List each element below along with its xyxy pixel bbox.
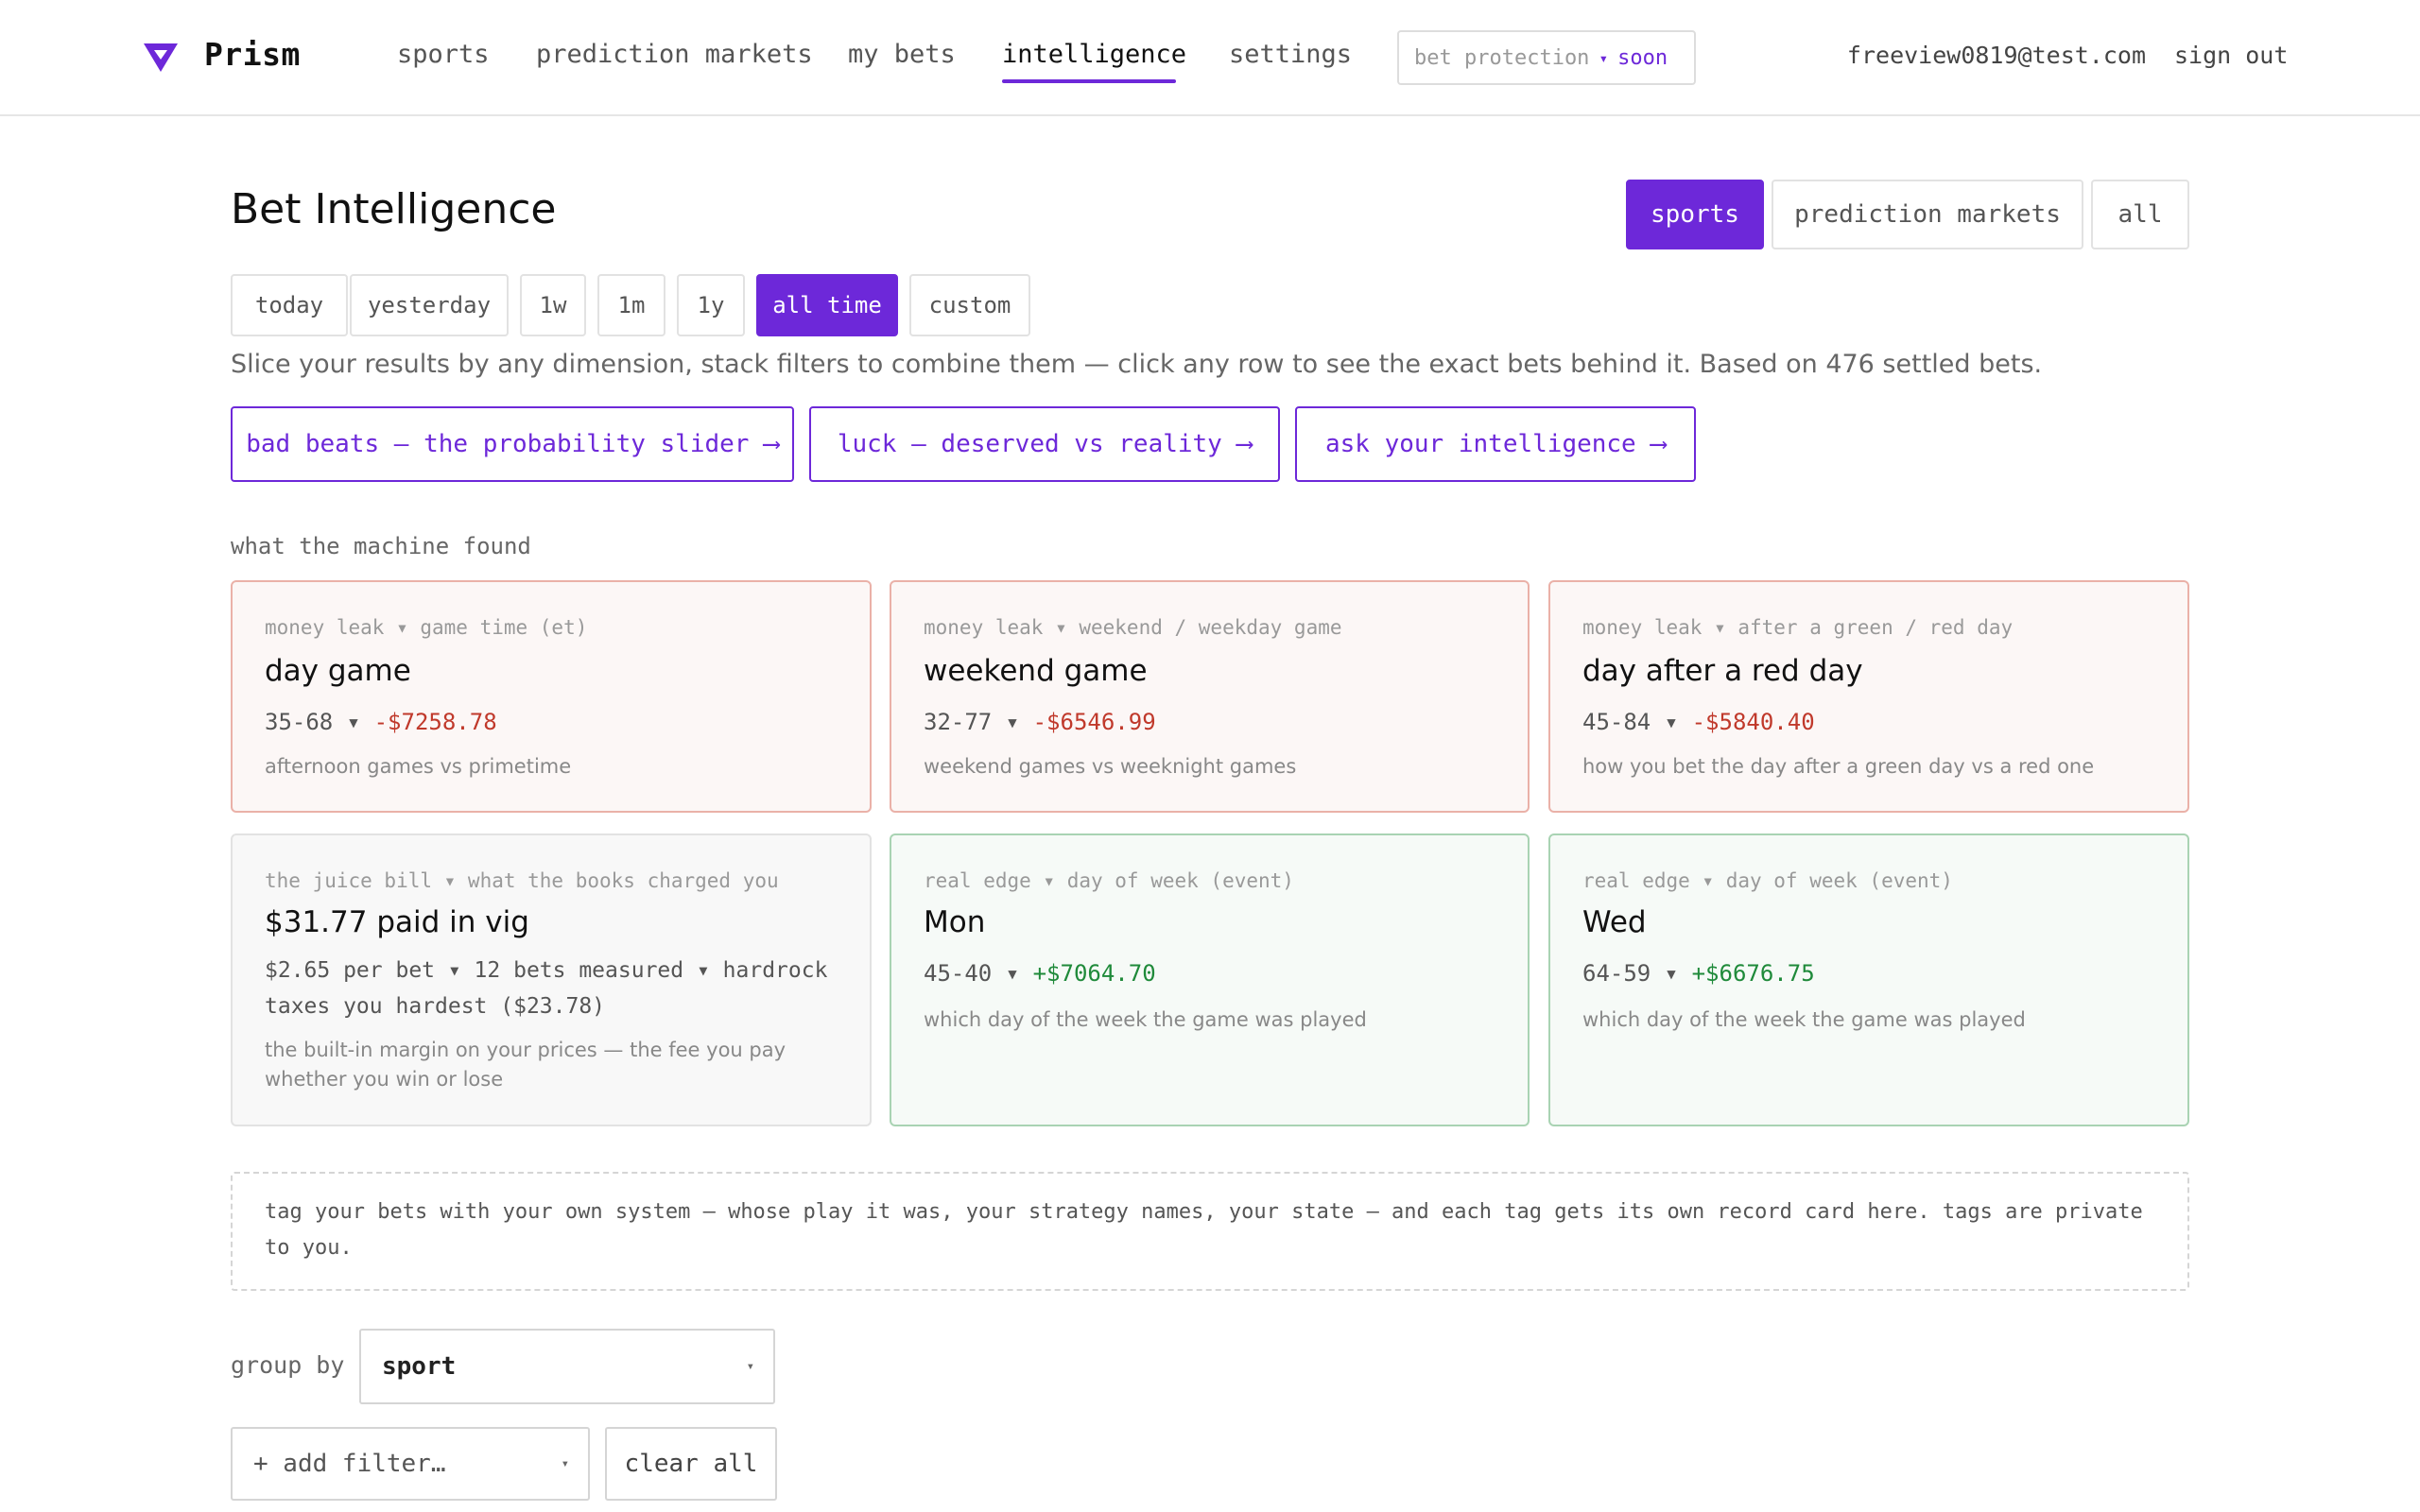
bad-beats-link[interactable]: bad beats — the probability slider ⟶ [231, 406, 794, 482]
card-amount: +$7064.70 [1032, 960, 1156, 987]
page-description: Slice your results by any dimension, sta… [231, 350, 2043, 379]
prism-logo-icon[interactable] [142, 42, 180, 74]
card-note: which day of the week the game was playe… [1582, 1008, 2026, 1031]
add-filter-select[interactable]: + add filter… ▾ [231, 1427, 590, 1501]
nav-prediction-markets[interactable]: prediction markets [536, 40, 813, 69]
separator-icon: ▾ [1599, 48, 1609, 67]
card-note: which day of the week the game was playe… [924, 1008, 1367, 1031]
user-email: freeview0819@test.com [1846, 42, 2146, 69]
soon-badge: soon [1617, 45, 1668, 70]
card-note: the built-in margin on your prices — the… [265, 1039, 786, 1091]
card-amount: -$5840.40 [1691, 709, 1815, 735]
tags-info-box: tag your bets with your own system — who… [231, 1172, 2189, 1291]
range-1m[interactable]: 1m [597, 274, 666, 336]
card-record: 45-40 [924, 960, 993, 987]
findings-section-label: what the machine found [231, 533, 531, 559]
nav-my-bets[interactable]: my bets [848, 40, 956, 69]
card-kicker: money leak ▾ weekend / weekday game [924, 616, 1342, 639]
card-record: 45-84 [1582, 709, 1651, 735]
luck-link[interactable]: luck — deserved vs reality ⟶ [809, 406, 1280, 482]
group-by-label: group by [231, 1351, 345, 1379]
tab-sports[interactable]: sports [1626, 180, 1764, 249]
card-headline: $31.77 paid in vig [265, 905, 529, 939]
clear-all-button[interactable]: clear all [605, 1427, 777, 1501]
card-record: 32-77 [924, 709, 993, 735]
card-kicker: money leak ▾ game time (et) [265, 616, 588, 639]
bet-protection-badge[interactable]: bet protection ▾ soon [1397, 30, 1696, 85]
card-headline: day after a red day [1582, 654, 1863, 688]
tab-all[interactable]: all [2091, 180, 2189, 249]
separator-icon: ▾ [1005, 960, 1020, 987]
sign-out-link[interactable]: sign out [2174, 42, 2288, 69]
card-stats: 45-84 ▾ -$5840.40 [1582, 709, 1815, 735]
card-note: how you bet the day after a green day vs… [1582, 755, 2095, 778]
finding-card-day-game[interactable]: money leak ▾ game time (et) day game 35-… [231, 580, 872, 813]
range-1w[interactable]: 1w [520, 274, 586, 336]
card-stats: 32-77 ▾ -$6546.99 [924, 709, 1156, 735]
card-details: $2.65 per bet ▾ 12 bets measured ▾ hardr… [265, 958, 828, 1019]
finding-card-mon[interactable]: real edge ▾ day of week (event) Mon 45-4… [890, 833, 1530, 1126]
nav-settings[interactable]: settings [1229, 40, 1352, 69]
top-nav-bar: Prism sports prediction markets my bets … [0, 0, 2420, 116]
tab-prediction-markets[interactable]: prediction markets [1772, 180, 2083, 249]
finding-card-wed[interactable]: real edge ▾ day of week (event) Wed 64-5… [1548, 833, 2189, 1126]
separator-icon: ▾ [346, 709, 361, 735]
card-stats: 35-68 ▾ -$7258.78 [265, 709, 497, 735]
card-stats: 64-59 ▾ +$6676.75 [1582, 960, 1815, 987]
caret-down-icon: ▾ [561, 1456, 569, 1471]
finding-card-weekend-game[interactable]: money leak ▾ weekend / weekday game week… [890, 580, 1530, 813]
card-kicker: money leak ▾ after a green / red day [1582, 616, 2014, 639]
range-all-time[interactable]: all time [756, 274, 898, 336]
card-amount: +$6676.75 [1691, 960, 1815, 987]
page-title: Bet Intelligence [231, 185, 557, 233]
group-by-value: sport [382, 1352, 457, 1381]
card-headline: day game [265, 654, 411, 688]
finding-card-juice-bill[interactable]: the juice bill ▾ what the books charged … [231, 833, 872, 1126]
range-yesterday[interactable]: yesterday [350, 274, 509, 336]
card-kicker: real edge ▾ day of week (event) [924, 869, 1294, 892]
range-custom[interactable]: custom [909, 274, 1030, 336]
card-record: 64-59 [1582, 960, 1651, 987]
card-headline: Mon [924, 905, 986, 939]
brand-name[interactable]: Prism [204, 36, 301, 73]
range-1y[interactable]: 1y [677, 274, 745, 336]
card-stats: 45-40 ▾ +$7064.70 [924, 960, 1156, 987]
range-today[interactable]: today [231, 274, 348, 336]
caret-down-icon: ▾ [746, 1359, 754, 1374]
card-headline: Wed [1582, 905, 1647, 939]
add-filter-placeholder: + add filter… [253, 1450, 446, 1478]
separator-icon: ▾ [1664, 960, 1679, 987]
nav-intelligence[interactable]: intelligence [1002, 40, 1186, 69]
card-kicker: real edge ▾ day of week (event) [1582, 869, 1953, 892]
card-note: weekend games vs weeknight games [924, 755, 1297, 778]
card-record: 35-68 [265, 709, 334, 735]
bet-protection-label: bet protection [1414, 45, 1590, 70]
card-kicker: the juice bill ▾ what the books charged … [265, 869, 779, 892]
separator-icon: ▾ [1005, 709, 1020, 735]
group-by-select[interactable]: sport ▾ [359, 1329, 775, 1404]
nav-active-underline [1002, 79, 1176, 83]
card-amount: -$6546.99 [1032, 709, 1156, 735]
separator-icon: ▾ [1664, 709, 1679, 735]
card-headline: weekend game [924, 654, 1148, 688]
card-amount: -$7258.78 [373, 709, 497, 735]
finding-card-day-after-red[interactable]: money leak ▾ after a green / red day day… [1548, 580, 2189, 813]
card-note: afternoon games vs primetime [265, 755, 572, 778]
nav-sports[interactable]: sports [397, 40, 490, 69]
ask-intelligence-link[interactable]: ask your intelligence ⟶ [1295, 406, 1696, 482]
